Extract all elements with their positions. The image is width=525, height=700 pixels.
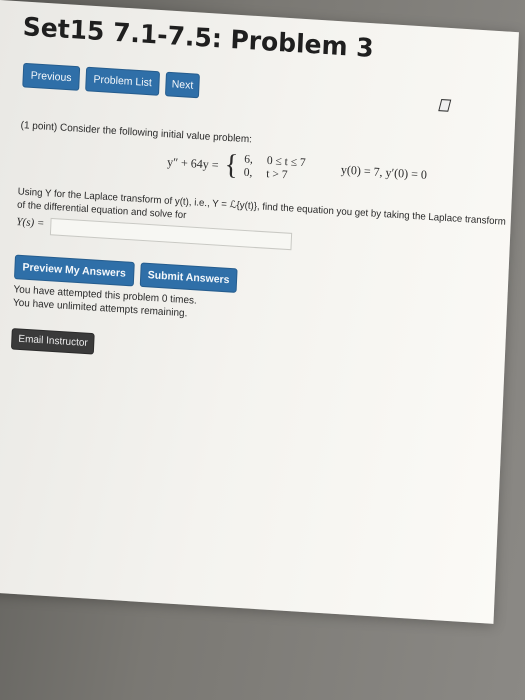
next-button[interactable]: Next: [165, 71, 200, 99]
case-2-condition: t > 7: [266, 167, 288, 182]
preview-answers-button[interactable]: Preview My Answers: [13, 254, 135, 287]
left-brace: {: [223, 148, 239, 182]
attempt-status: You have attempted this problem 0 times.…: [13, 283, 197, 321]
previous-button[interactable]: Previous: [22, 62, 81, 91]
answer-label: Y(s) =: [16, 215, 45, 230]
initial-conditions: y(0) = 7, y′(0) = 0: [340, 162, 428, 182]
piecewise-cases: 6, 0 ≤ t ≤ 7 0, t > 7: [243, 153, 305, 183]
page-title: Set15 7.1-7.5: Problem 3: [22, 11, 375, 64]
case-1-value: 6,: [244, 153, 254, 167]
problem-list-button[interactable]: Problem List: [84, 66, 161, 96]
case-2: 0, t > 7: [243, 167, 305, 184]
equation-lhs: y″ + 64y =: [166, 154, 219, 172]
problem-intro: (1 point) Consider the following initial…: [20, 119, 253, 146]
email-instructor-button[interactable]: Email Instructor: [10, 328, 96, 355]
problem-navigation: Previous Problem List Next: [22, 62, 200, 99]
photo-background: Set15 7.1-7.5: Problem 3 Previous Proble…: [0, 0, 525, 700]
differential-equation: y″ + 64y = { 6, 0 ≤ t ≤ 7 0, t > 7: [167, 147, 306, 184]
mouse-cursor-icon: [438, 99, 452, 112]
submit-answers-button[interactable]: Submit Answers: [139, 262, 238, 293]
case-2-value: 0,: [243, 166, 253, 180]
webwork-page: Set15 7.1-7.5: Problem 3 Previous Proble…: [0, 0, 519, 624]
email-area: Email Instructor: [10, 328, 96, 355]
